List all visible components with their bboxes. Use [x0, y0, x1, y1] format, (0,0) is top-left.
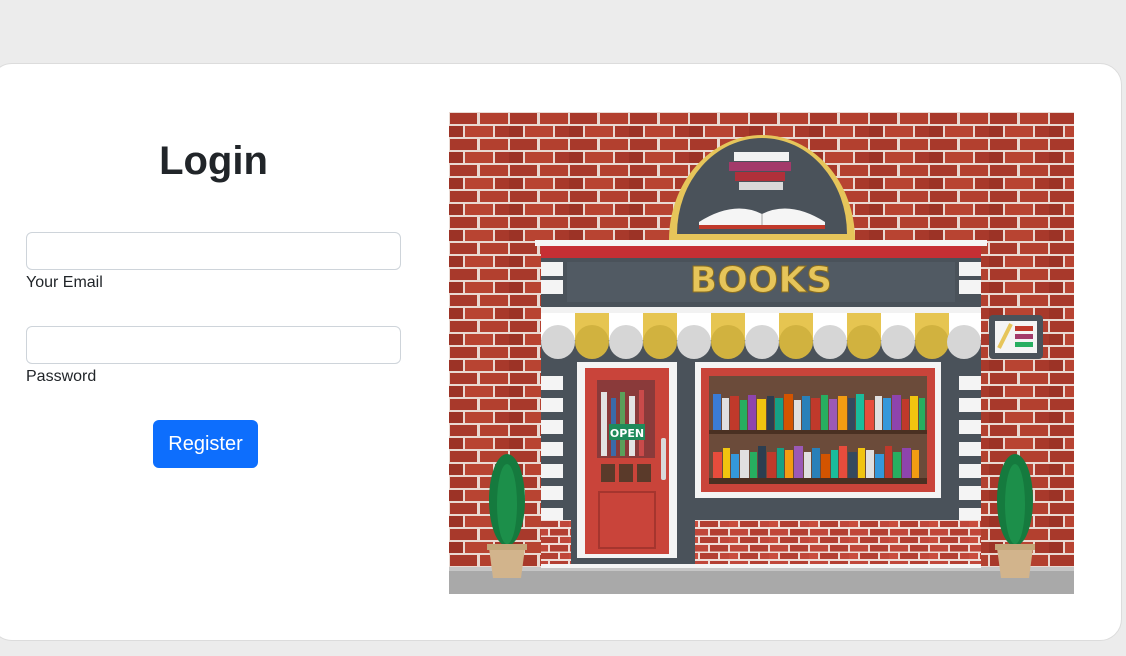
- shop-window: [695, 362, 941, 498]
- sidewalk: [449, 567, 1074, 594]
- shop-door: OPEN: [577, 362, 677, 558]
- bookshelf-bottom-books: [713, 446, 919, 478]
- page-title: Login: [159, 139, 268, 183]
- cornice: [535, 240, 987, 246]
- books-sign-text: BOOKS: [690, 260, 832, 301]
- hanging-book-sign-icon: [989, 315, 1043, 359]
- login-card: Login Your Email Password Register BOOKS…: [0, 63, 1122, 641]
- register-button[interactable]: Register: [153, 420, 258, 468]
- bookstore-illustration: BOOKS OPEN: [449, 112, 1074, 594]
- door-handle: [661, 438, 666, 480]
- login-form: Login Your Email Password Register: [0, 64, 411, 640]
- password-label: Password: [26, 368, 97, 385]
- email-label: Your Email: [26, 274, 103, 291]
- email-field[interactable]: [26, 232, 401, 270]
- open-sign-text: OPEN: [610, 427, 644, 440]
- lower-brick-wall: [695, 520, 981, 566]
- left-plant-icon: [487, 454, 527, 578]
- password-field[interactable]: [26, 326, 401, 364]
- right-plant-icon: [995, 454, 1035, 578]
